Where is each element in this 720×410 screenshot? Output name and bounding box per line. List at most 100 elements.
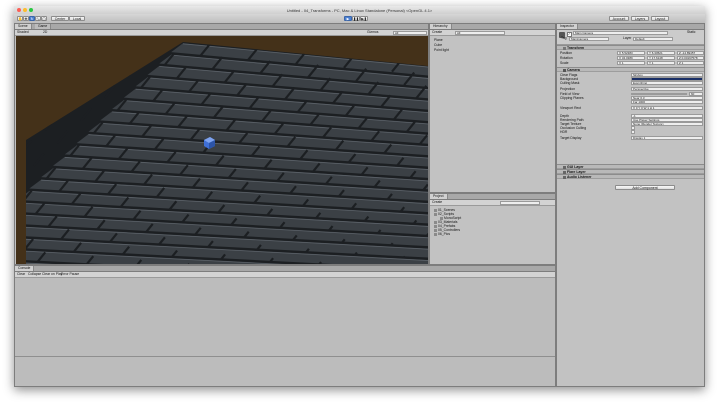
console-divider[interactable] [15,356,555,357]
hierarchy-search-input[interactable]: All [455,30,505,35]
window-title: Untitled - 04_Transforms - PC, Mac & Lin… [286,8,433,13]
space-button[interactable]: Local [69,16,85,21]
camera-title: Camera [567,68,580,72]
gizmos-dropdown[interactable]: Gizmos [367,30,379,35]
camera-property-field[interactable]: Everything [631,81,703,85]
camera-property-field[interactable]: Perspective [631,87,703,91]
tab-project[interactable]: Project [430,194,448,199]
position-y-field[interactable]: Y 6.30521 [647,51,675,55]
rotation-x-field[interactable]: X 34.0389 [617,56,645,60]
transform-title: Transform [567,46,585,50]
scene-panel: Scene Game Shaded 2D Gizmos All [14,23,429,265]
hierarchy-create-button[interactable]: Create [432,30,442,35]
account-button[interactable]: Account [609,16,629,21]
tag-dropdown[interactable]: MainCamera [569,37,609,41]
brick-joint [67,44,80,59]
transform-header[interactable]: Transform [557,45,704,50]
scale-z-field[interactable]: Z 1 [677,61,704,65]
mode-2d-toggle[interactable]: 2D [43,30,47,35]
brick-joint [32,103,44,118]
brick-joint [26,90,32,105]
position-label: Position [560,51,573,55]
scene-render [16,42,428,264]
hierarchy-item[interactable]: Cube [434,43,442,47]
layout-button[interactable]: Layout [651,16,669,21]
rotation-label: Rotation [560,56,573,60]
rect-icon[interactable]: ▢ [41,16,47,21]
component-icon [563,175,566,179]
brick-joint [115,48,128,63]
component-header[interactable]: Audio Listener [557,174,704,179]
editor-window: Untitled - 04_Transforms - PC, Mac & Lin… [14,6,705,387]
brick-joint [16,226,21,238]
project-toolbar: Create [430,200,555,206]
console-collapse-button[interactable]: Collapse [28,272,41,277]
layer-dropdown[interactable]: Default [633,37,673,41]
camera-property-label: Projection [560,87,576,91]
brick-joint [16,127,19,139]
scene-search-input[interactable]: All [393,30,427,35]
rotation-z-field[interactable]: Z 0.00197578 [677,56,704,60]
camera-property-field[interactable]: Display 1 [631,136,703,140]
component-title: Audio Listener [567,175,592,179]
project-search-input[interactable] [500,200,540,205]
brick-joint [103,42,115,50]
project-create-button[interactable]: Create [432,200,442,205]
camera-property-label: Culling Mask [560,81,580,85]
camera-property-label: Target Display [560,136,582,140]
console-clear-on-play-button[interactable]: Clear on Play [42,272,62,277]
tab-game[interactable]: Game [35,24,52,29]
fov-slider-track[interactable] [631,93,687,95]
hierarchy-item[interactable]: Plane [434,38,443,42]
position-z-field[interactable]: Z -14.89457 [677,51,704,55]
tab-inspector[interactable]: Inspector [557,24,578,29]
tab-console[interactable]: Console [15,266,35,271]
camera-property-label: Viewport Rect [560,106,582,110]
brick-joint [151,42,163,54]
step-icon[interactable]: ▶❚ [360,16,368,21]
inspector-panel: Inspector ✓ Main Camera Static Tag MainC… [556,23,705,387]
brick-joint [68,94,80,109]
tag-label: Tag [561,36,567,40]
layer-label: Layer [623,36,632,40]
static-toggle[interactable]: Static [687,30,695,35]
add-component-button[interactable]: Add Component [615,185,675,190]
layers-button[interactable]: Layers [631,16,649,21]
folder-icon [434,232,437,236]
hierarchy-item[interactable]: Point light [434,48,449,52]
project-item-label: 06_Pics [438,232,451,236]
camera-property-field[interactable]: None (Render Texture) [631,122,703,126]
inspector-header: ✓ Main Camera Static Tag MainCamera Laye… [557,30,704,45]
project-item[interactable]: 06_Pics [434,232,450,236]
scale-x-field[interactable]: X 1 [617,61,645,65]
brick-joint [79,58,92,73]
camera-icon [563,68,566,72]
brick-joint [55,81,68,95]
object-name-input[interactable]: Main Camera [573,31,668,35]
tab-hierarchy[interactable]: Hierarchy [430,24,452,29]
camera-property-field[interactable]: X 0 Y 0 W 1 H 1 [631,106,703,110]
position-x-field[interactable]: X 5.52383 [617,51,645,55]
scale-label: Scale [560,61,569,65]
brick-joint [91,71,104,86]
pause-icon[interactable]: ❚❚ [352,16,360,21]
folder-icon [434,212,437,216]
tab-scene[interactable]: Scene [15,24,32,29]
camera-property-label: Clipping Planes [560,96,584,100]
scale-y-field[interactable]: Y 1 [647,61,675,65]
shading-dropdown[interactable]: Shaded [17,30,29,35]
console-clear-button[interactable]: Clear [17,272,25,277]
camera-property-field[interactable]: Far 1000 [631,100,703,104]
play-icon[interactable]: ▶ [344,16,352,21]
camera-property-checkbox[interactable] [631,130,635,134]
brick-joint [43,67,56,82]
brick-joint [16,176,20,188]
camera-property-label: HDR [560,130,568,134]
pivot-button[interactable]: Center [51,16,69,21]
rotation-y-field[interactable]: Y 17.6148 [647,56,675,60]
console-toolbar: Clear Collapse Clear on Play Error Pause [15,272,555,278]
hierarchy-panel: Hierarchy Create All Plane Cube Point ligh… [429,23,556,193]
console-error-pause-button[interactable]: Error Pause [61,272,79,277]
camera-header[interactable]: Camera [557,67,704,72]
scene-viewport[interactable] [16,36,428,264]
